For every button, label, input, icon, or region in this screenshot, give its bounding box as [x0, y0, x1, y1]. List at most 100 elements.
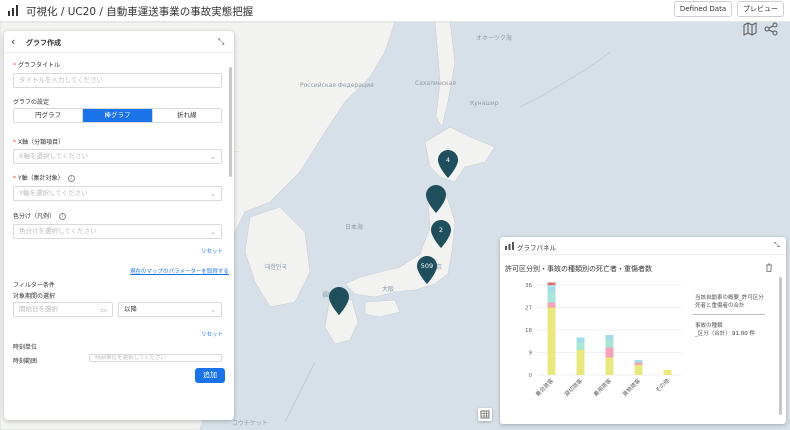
defined-data-button[interactable]: Defined Data — [674, 1, 732, 17]
bar-chart-icon — [505, 242, 514, 250]
map-pin-kanto-north[interactable]: 2 — [431, 220, 451, 248]
panel-scrollbar[interactable] — [229, 67, 232, 177]
graph-type-line[interactable]: 折れ線 — [152, 109, 221, 122]
y-tick-label: 36 — [525, 283, 532, 289]
map-label-okhotsk: オホーツク海 — [476, 35, 512, 42]
legend-title: 当該自動車の概要_許可区分 死者と重傷者の合計 — [695, 295, 764, 309]
map-pin-kyushu[interactable] — [329, 287, 349, 315]
map-pin-hokkaido[interactable]: 4 — [438, 150, 458, 178]
bar-segment[interactable] — [605, 340, 614, 348]
kuril-islands — [519, 51, 611, 108]
graph-title-label: * グラフタイトル — [13, 62, 61, 69]
map-layers-icon[interactable] — [743, 22, 757, 36]
bar-segment[interactable] — [605, 357, 614, 376]
collapse-icon[interactable]: ⤡ — [218, 37, 224, 47]
chart-title: 許可区分別・事故の種類別の死亡者・重傷者数 — [505, 265, 652, 273]
bar-segment[interactable] — [605, 335, 614, 340]
x-tick-label: 乗合旅客 — [534, 376, 556, 398]
graph-builder-header: ‹ グラフ作成 ⤡ — [4, 31, 234, 53]
graph-builder-panel: ‹ グラフ作成 ⤡ * グラフタイトル タイトルを入力してください グラフの設定 … — [4, 31, 234, 420]
map-params-link[interactable]: 現在のマップのパラメーターを取得する — [130, 267, 229, 275]
trash-icon[interactable] — [765, 263, 773, 272]
map-label-kuril: Кунашир — [470, 100, 499, 107]
map-pin-icon — [426, 185, 446, 213]
map-pin-icon — [438, 150, 458, 178]
graph-panel-title: グラフパネル — [517, 244, 556, 252]
info-icon[interactable]: i — [67, 175, 75, 182]
bar-segment[interactable] — [576, 342, 585, 351]
filter-label: フィルター条件 — [13, 282, 55, 289]
period-label: 対象期間の選択 — [13, 293, 56, 300]
x-tick-label: その他 — [654, 376, 672, 394]
x-axis-label: * X軸（分類項目） — [13, 139, 65, 146]
stacked-bar-chart: 0 9 18 27 36 乗合旅客 貸切旅客 乗用旅客 貨物旅客 その他 — [525, 282, 682, 398]
collapse-icon[interactable]: ⤡ — [774, 241, 780, 250]
bar-segment[interactable] — [634, 362, 643, 366]
bar-chart-icon — [8, 5, 18, 16]
graph-panel-header: グラフパネル ⤡ — [500, 237, 786, 255]
x-tick-label: 貨物旅客 — [621, 376, 643, 398]
start-date-input[interactable]: 開始日を選択 ▭ — [13, 302, 113, 317]
y-axis-label: * Y軸（集計対象） i — [13, 173, 75, 182]
bar-segment[interactable] — [576, 350, 585, 375]
graph-panel: グラフパネル ⤡ 許可区分別・事故の種類別の死亡者・重傷者数 0 9 18 27 36 乗… — [500, 237, 786, 424]
graph-panel-scrollbar[interactable] — [779, 277, 782, 415]
bar-segment[interactable] — [634, 365, 643, 375]
color-legend-label: 色分け（凡例） i — [13, 211, 67, 220]
period-mode-select[interactable]: 以降 ⌄ — [118, 302, 222, 317]
bar-segment[interactable] — [547, 285, 556, 293]
legend-divider — [693, 314, 765, 315]
graph-type-bar[interactable]: 棒グラフ — [83, 109, 153, 122]
chevron-down-icon: ⌄ — [210, 228, 216, 236]
table-icon[interactable] — [478, 408, 492, 421]
y-tick-label: 27 — [525, 306, 532, 312]
graph-type-pie[interactable]: 円グラフ — [14, 109, 84, 122]
preview-button[interactable]: プレビュー — [737, 1, 784, 17]
map-label-japan-sea: 日本海 — [345, 224, 364, 231]
map-label-nagasaki: コウチケット — [232, 420, 268, 427]
x-tick-label: 乗用旅客 — [592, 376, 614, 398]
y-tick-label: 0 — [529, 373, 533, 379]
y-axis-select[interactable]: Y軸を選択してください ⌄ — [13, 186, 222, 201]
bar-segment[interactable] — [547, 292, 556, 303]
y-tick-label: 18 — [525, 328, 532, 334]
map-label-russia: Российская Федерация — [300, 82, 374, 89]
share-network-icon[interactable] — [764, 22, 778, 36]
reset-link[interactable]: リセット — [201, 247, 223, 255]
add-button[interactable]: 追加 — [195, 368, 225, 383]
korea-peninsula — [244, 206, 311, 308]
back-arrow-icon[interactable]: ‹ — [11, 36, 15, 47]
graph-type-selector: 円グラフ 棒グラフ 折れ線 — [13, 108, 222, 123]
time-range-select[interactable]: 時刻単位を選択してください — [89, 354, 222, 362]
chevron-down-icon: ⌄ — [210, 306, 216, 314]
chevron-down-icon: ⌄ — [210, 153, 216, 161]
graph-type-label: グラフの設定 — [13, 99, 50, 106]
graph-builder-title: グラフ作成 — [26, 39, 61, 47]
time-range-label: 時刻範囲 — [13, 358, 38, 365]
map-pin-kanto[interactable]: 509 — [417, 256, 437, 284]
tooltip-value: 91.00 件 — [732, 331, 755, 337]
bar-segment[interactable] — [547, 302, 556, 308]
bar-segment[interactable] — [605, 347, 614, 358]
reset-link-2[interactable]: リセット — [201, 330, 223, 338]
map-pin-icon — [431, 220, 451, 248]
map-pin-tohoku[interactable] — [426, 185, 446, 213]
info-icon[interactable]: i — [59, 213, 67, 220]
color-legend-select[interactable]: 色分けを選択してください ⌄ — [13, 224, 222, 239]
bar-segment[interactable] — [634, 360, 643, 363]
tooltip-sub: _区分（合計） — [695, 331, 731, 337]
map-pin-icon — [417, 256, 437, 284]
chevron-down-icon: ⌄ — [210, 190, 216, 198]
bar-segment[interactable] — [547, 307, 556, 376]
graph-title-input[interactable]: タイトルを入力してください — [13, 73, 222, 88]
x-axis-select[interactable]: X軸を選択してください ⌄ — [13, 149, 222, 164]
bar-segment[interactable] — [576, 337, 585, 343]
header-bar: 可視化 / UC20 / 自動車運送事業の事故実態把握 Defined Data… — [0, 0, 790, 22]
x-tick-label: 貸切旅客 — [563, 376, 585, 398]
calendar-icon: ▭ — [100, 306, 107, 314]
bar-segment[interactable] — [663, 370, 672, 375]
bar-segment[interactable] — [547, 282, 556, 286]
map-label-sakhalin: Сахалинская — [415, 80, 456, 87]
time-unit-label: 時刻単位 — [13, 344, 38, 351]
tooltip-label: 事故の種類 — [695, 323, 723, 329]
